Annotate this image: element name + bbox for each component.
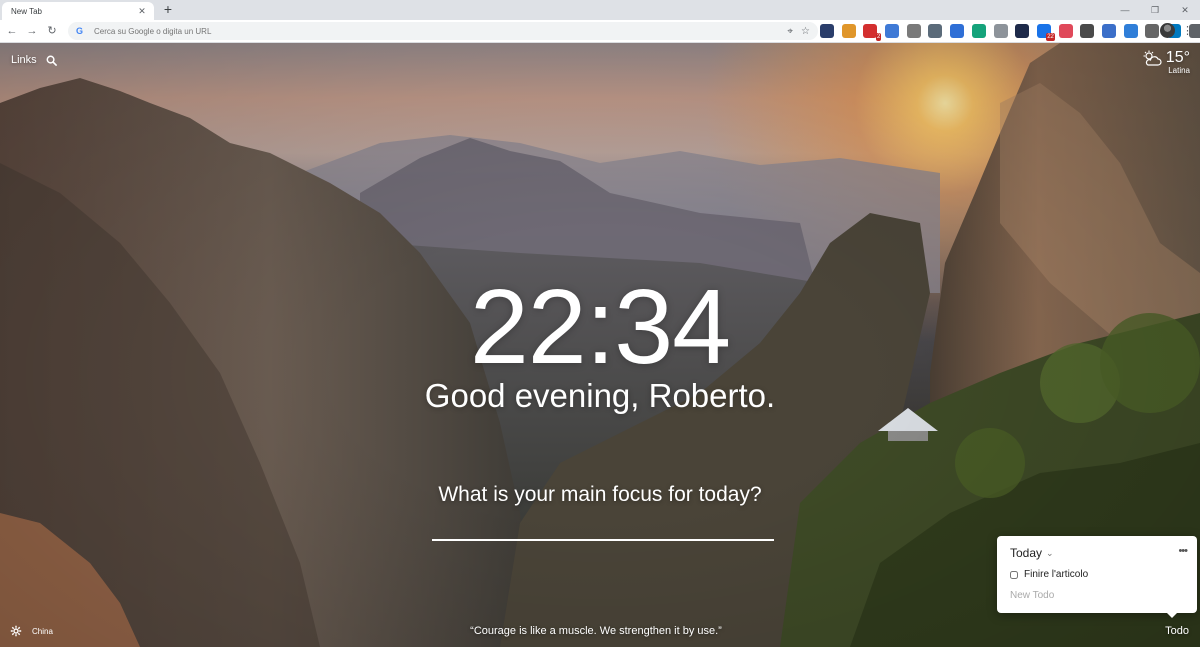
reload-button[interactable]: ↻ (44, 23, 60, 39)
tab-title: New Tab (11, 6, 42, 16)
feather-ext-icon[interactable] (841, 24, 856, 38)
photo-ext-icon[interactable] (1080, 24, 1095, 38)
partly-cloudy-icon (1143, 50, 1162, 66)
translate-ext-icon[interactable] (950, 24, 965, 38)
restore-button[interactable]: ❐ (1140, 0, 1170, 20)
tab-strip: New Tab ✕ + — ❐ ✕ (0, 0, 1200, 20)
pocket-ext-icon[interactable] (820, 24, 834, 38)
links-label: Links (11, 54, 37, 66)
weather-temperature: 15° (1165, 49, 1190, 66)
shield-ext-icon[interactable] (906, 24, 921, 38)
weather-widget[interactable]: 15° Latina (1142, 49, 1190, 75)
focus-input[interactable] (432, 511, 774, 541)
extensions-bar: 2 22 (820, 24, 1200, 41)
back-button[interactable]: ← (4, 23, 20, 39)
close-window-button[interactable]: ✕ (1170, 0, 1200, 20)
bookmark-star-icon[interactable]: ☆ (801, 26, 810, 37)
clock: 22:34 (469, 268, 731, 386)
momentum-dashboard: Links 15° Latina 22:34 Good evening, Rob… (0, 43, 1200, 647)
camera-ext-icon[interactable] (1145, 24, 1160, 38)
address-input[interactable] (88, 26, 780, 36)
grammarly-ext-icon[interactable] (971, 24, 986, 38)
todo-list-name: Today (1010, 546, 1043, 560)
tab-new-tab[interactable]: New Tab ✕ (2, 2, 154, 20)
google-icon: G (76, 26, 84, 36)
browser-menu-button[interactable]: ⋮ (1182, 23, 1193, 39)
extension-badge: 2 (876, 33, 882, 41)
red-ext-icon[interactable]: 2 (863, 24, 882, 41)
search-icon[interactable] (46, 55, 57, 66)
new-todo-input[interactable] (1010, 590, 1180, 601)
chevron-down-icon: ⌄ (1046, 547, 1054, 558)
minimize-button[interactable]: — (1110, 0, 1140, 20)
todo-panel: Today ⌄ ••• Finire l'articolo (997, 536, 1197, 618)
browser-toolbar: ← → ↻ G ⌖ ☆ 222 ⋮ (0, 20, 1200, 43)
tab-close-icon[interactable]: ✕ (136, 6, 148, 17)
greeting: Good evening, Roberto. (424, 377, 776, 414)
profile-avatar[interactable] (1160, 23, 1175, 38)
pin-ext-icon[interactable] (1123, 24, 1138, 38)
grey-ext-icon[interactable] (993, 24, 1008, 38)
new-tab-button[interactable]: + (160, 2, 176, 18)
window-controls: — ❐ ✕ (1110, 0, 1200, 20)
daily-quote[interactable]: “Courage is like a muscle. We strengthen… (0, 625, 1192, 637)
gear-ext-icon[interactable] (928, 24, 943, 38)
weather-location: Latina (1168, 66, 1190, 75)
location-icon[interactable]: ⌖ (787, 26, 793, 37)
extension-badge: 22 (1046, 33, 1055, 41)
todo-button[interactable]: Todo (1165, 625, 1189, 637)
omnibox[interactable]: G ⌖ ☆ (68, 22, 818, 40)
todo-item-text: Finire l'articolo (1024, 569, 1089, 580)
notification-ext-icon[interactable]: 22 (1036, 24, 1055, 41)
links-menu[interactable]: Links (11, 54, 57, 66)
blue-ext-icon[interactable] (885, 24, 900, 38)
todo-more-button[interactable]: ••• (1178, 545, 1188, 557)
diamond-ext-icon[interactable] (1015, 24, 1030, 38)
calendar-ext-icon[interactable] (1101, 24, 1116, 38)
todo-list-selector[interactable]: Today ⌄ (1010, 546, 1054, 560)
forward-button[interactable]: → (24, 23, 40, 39)
focus-question: What is your main focus for today? (438, 483, 762, 506)
pocket-save-ext-icon[interactable] (1058, 24, 1073, 38)
todo-checkbox[interactable] (1010, 570, 1018, 579)
todo-item[interactable]: Finire l'articolo (1010, 569, 1088, 580)
